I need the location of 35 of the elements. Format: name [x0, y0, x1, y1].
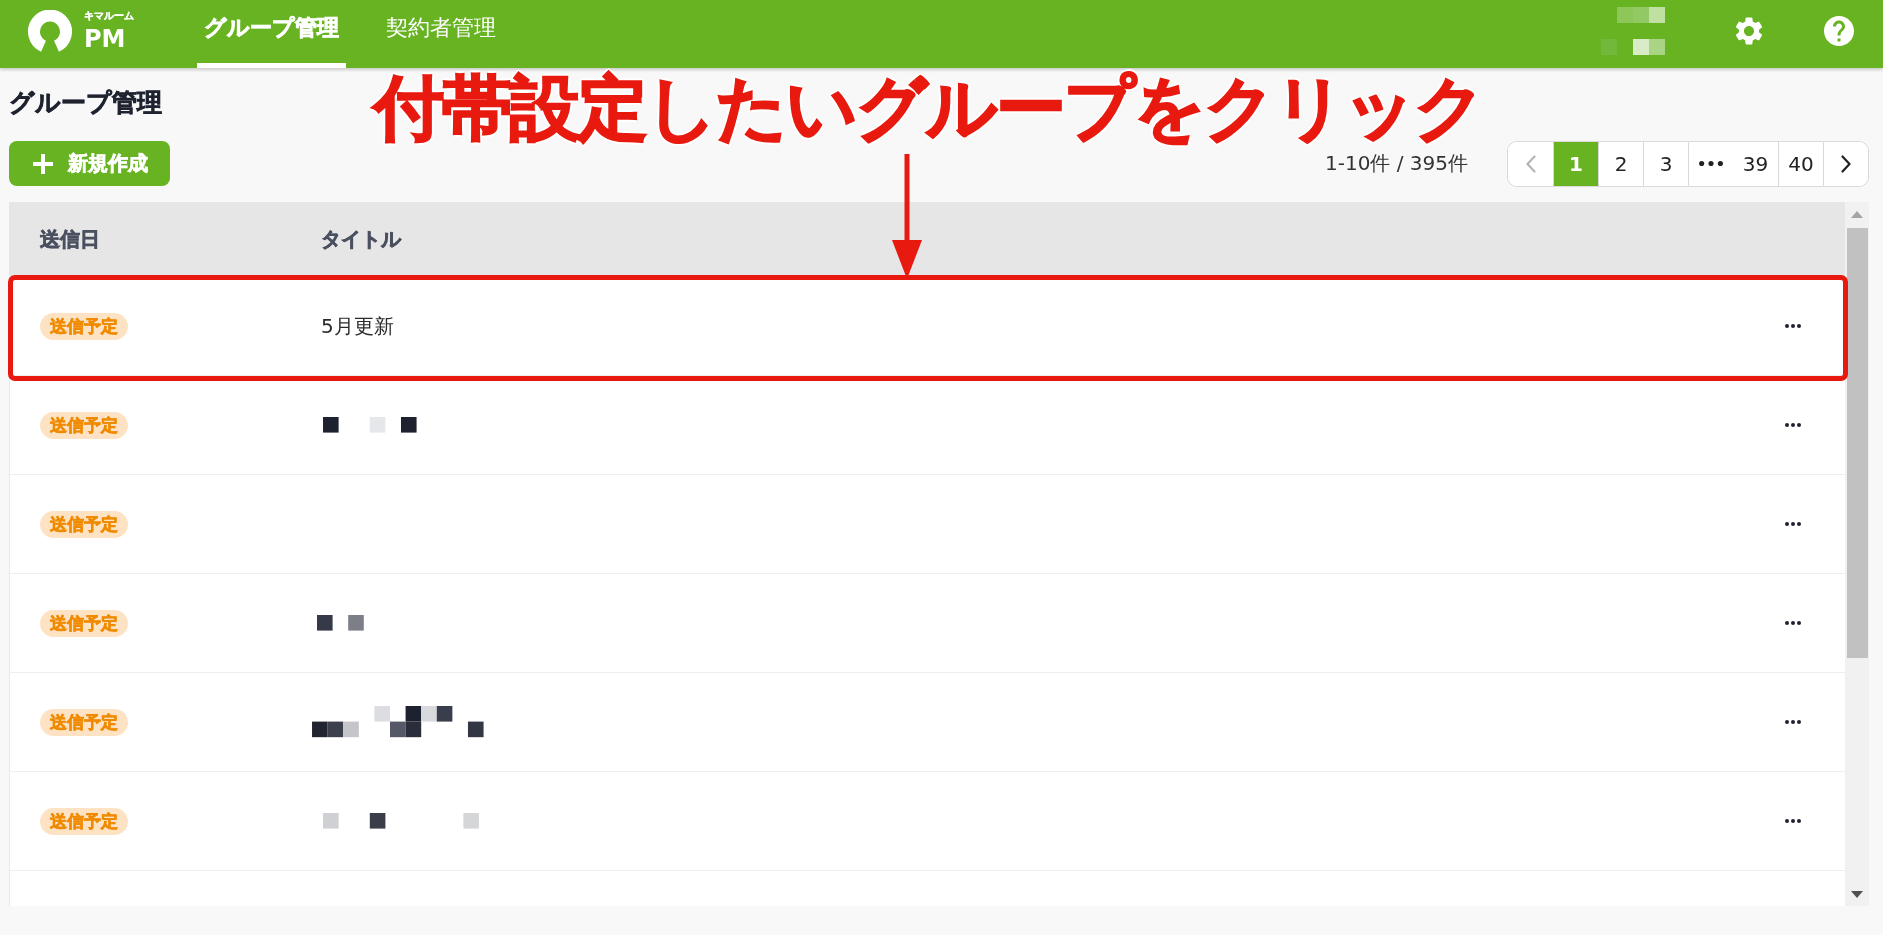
status-badge: 送信予定	[40, 411, 128, 439]
settings-icon[interactable]	[1735, 17, 1763, 45]
page-button[interactable]: 1	[1553, 141, 1598, 186]
status-badge: 送信予定	[40, 510, 128, 538]
page-title: グループ管理	[9, 88, 162, 118]
more-icon[interactable]	[1785, 621, 1801, 625]
status-badge: 送信予定	[40, 708, 128, 736]
help-icon[interactable]	[1824, 16, 1854, 46]
nav-tab[interactable]: グループ管理	[197, 0, 346, 68]
logo-title: PM	[84, 27, 127, 51]
nav-tab[interactable]: 契約者管理	[379, 0, 503, 68]
ring-logo-icon	[27, 9, 73, 53]
plus-icon	[33, 153, 53, 174]
status-badge: 送信予定	[40, 609, 128, 637]
scrollbar-thumb[interactable]	[1846, 228, 1868, 658]
more-icon[interactable]	[1785, 720, 1801, 724]
column-header: タイトル	[321, 226, 401, 253]
chevron-right-icon	[1841, 154, 1851, 173]
logo-subtitle: キマルーム	[84, 11, 134, 21]
create-button[interactable]: 新規作成	[9, 141, 170, 186]
caret-down-icon[interactable]	[1851, 890, 1863, 898]
more-icon[interactable]	[1785, 522, 1801, 526]
more-icon[interactable]	[1785, 819, 1801, 823]
next-page-button[interactable]	[1823, 141, 1868, 186]
column-header: 送信日	[40, 226, 100, 253]
ellipsis-icon[interactable]	[1699, 160, 1723, 167]
chevron-left-icon	[1525, 154, 1536, 173]
more-icon[interactable]	[1785, 324, 1801, 328]
result-count: 1-10件 / 395件	[1324, 150, 1468, 177]
more-icon[interactable]	[1785, 423, 1801, 427]
status-badge: 送信予定	[40, 312, 128, 340]
scrollbar[interactable]	[1845, 202, 1869, 906]
annotation-text: 付帯設定したいグループをクリック	[374, 73, 1484, 143]
title-text: 5月更新	[321, 312, 394, 340]
status-badge: 送信予定	[40, 807, 128, 835]
